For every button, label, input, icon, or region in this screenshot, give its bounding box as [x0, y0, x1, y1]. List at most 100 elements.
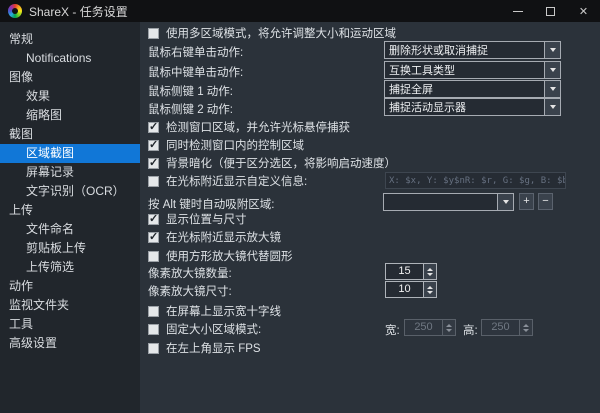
detect-windows-row: 检测窗口区域，并允许光标悬停捕获 [148, 119, 350, 135]
show-fps-label: 在左上角显示 FPS [166, 340, 261, 356]
maximize-button[interactable] [534, 0, 567, 22]
sidebar-item-image[interactable]: 图像 [0, 68, 140, 87]
maximize-icon [546, 7, 555, 16]
background-dim-checkbox[interactable] [148, 158, 159, 169]
chevron-down-icon[interactable] [544, 62, 560, 78]
sidebar-item-advanced[interactable]: 高级设置 [0, 334, 140, 353]
fixed-width-value: 250 [405, 320, 442, 335]
custom-info-label: 在光标附近显示自定义信息: [166, 173, 307, 189]
multi-region-checkbox[interactable] [148, 28, 159, 39]
window-title: ShareX - 任务设置 [29, 3, 128, 20]
custom-info-checkbox[interactable] [148, 176, 159, 187]
mouse-middle-value: 互换工具类型 [385, 62, 544, 78]
background-dim-row: 背景暗化（便于区分选区，将影响启动速度） [148, 155, 396, 171]
snap-size-remove-button[interactable]: − [538, 193, 553, 210]
chevron-down-icon[interactable] [497, 194, 513, 210]
show-position-checkbox[interactable] [148, 214, 159, 225]
snap-sizes-select[interactable] [383, 193, 514, 211]
fixed-height-label: 高: [463, 322, 478, 338]
magnifier-size-label: 像素放大镜尺寸: [148, 283, 232, 299]
show-magnifier-checkbox[interactable] [148, 232, 159, 243]
close-button[interactable]: ✕ [567, 0, 600, 22]
mouse-x2-label: 鼠标侧键 2 动作: [148, 101, 233, 117]
fixed-width-label: 宽: [385, 322, 400, 338]
sidebar-item-ocr[interactable]: 文字识别（OCR） [0, 182, 140, 201]
crosshair-row: 在屏幕上显示宽十字线 [148, 303, 281, 319]
mouse-x2-value: 捕捉活动显示器 [385, 99, 544, 115]
magnifier-count-stepper[interactable]: 15 [385, 263, 437, 280]
sidebar-item-upload[interactable]: 上传 [0, 201, 140, 220]
mouse-middle-row: 鼠标中键单击动作: [148, 64, 243, 80]
sidebar-item-screen-recorder[interactable]: 屏幕记录 [0, 163, 140, 182]
magnifier-size-stepper[interactable]: 10 [385, 281, 437, 298]
region-capture-settings-panel: 使用多区域模式，将允许调整大小和运动区域 鼠标右键单击动作: 删除形状或取消捕捉… [140, 22, 600, 413]
mouse-right-select[interactable]: 删除形状或取消捕捉 [384, 41, 561, 59]
show-magnifier-label: 在光标附近显示放大镜 [166, 229, 281, 245]
mouse-middle-select[interactable]: 互换工具类型 [384, 61, 561, 79]
detect-windows-checkbox[interactable] [148, 122, 159, 133]
chevron-down-icon[interactable] [544, 99, 560, 115]
window-controls: ✕ [501, 0, 600, 22]
fixed-height-value: 250 [482, 320, 519, 335]
mouse-x1-label: 鼠标侧键 1 动作: [148, 83, 233, 99]
titlebar: ShareX - 任务设置 ✕ [0, 0, 600, 22]
magnifier-count-value: 15 [386, 264, 423, 279]
detect-controls-checkbox[interactable] [148, 140, 159, 151]
sidebar-item-notifications[interactable]: Notifications [0, 49, 140, 68]
mouse-x1-row: 鼠标侧键 1 动作: [148, 83, 233, 99]
minimize-button[interactable] [501, 0, 534, 22]
detect-controls-label: 同时检测窗口内的控制区域 [166, 137, 304, 153]
magnifier-size-row: 像素放大镜尺寸: [148, 283, 232, 299]
sidebar-item-watch-folders[interactable]: 监视文件夹 [0, 296, 140, 315]
sidebar-item-clipboard-upload[interactable]: 剪贴板上传 [0, 239, 140, 258]
magnifier-size-value: 10 [386, 282, 423, 297]
chevron-down-icon[interactable] [544, 81, 560, 97]
magnifier-count-row: 像素放大镜数量: [148, 265, 232, 281]
mouse-x2-select[interactable]: 捕捉活动显示器 [384, 98, 561, 116]
sidebar-item-region-capture[interactable]: 区域截图 [0, 144, 140, 163]
fixed-size-row: 固定大小区域模式: [148, 321, 261, 337]
custom-info-row: 在光标附近显示自定义信息: [148, 173, 307, 189]
settings-sidebar: 常规 Notifications 图像 效果 缩略图 截图 区域截图 屏幕记录 … [0, 22, 140, 413]
multi-region-row: 使用多区域模式，将允许调整大小和运动区域 [148, 25, 396, 41]
mouse-x2-row: 鼠标侧键 2 动作: [148, 101, 233, 117]
square-magnifier-row: 使用方形放大镜代替圆形 [148, 248, 293, 264]
sidebar-item-effects[interactable]: 效果 [0, 87, 140, 106]
mouse-right-label: 鼠标右键单击动作: [148, 44, 243, 60]
sidebar-item-upload-filters[interactable]: 上传筛选 [0, 258, 140, 277]
sidebar-item-capture[interactable]: 截图 [0, 125, 140, 144]
multi-region-label: 使用多区域模式，将允许调整大小和运动区域 [166, 25, 396, 41]
spinner-icons [442, 320, 455, 335]
snap-sizes-row: 按 Alt 键时自动吸附区域: [148, 196, 275, 212]
mouse-right-value: 删除形状或取消捕捉 [385, 42, 544, 58]
fixed-width-stepper: 250 [404, 319, 456, 336]
sidebar-item-file-naming[interactable]: 文件命名 [0, 220, 140, 239]
spinner-icons[interactable] [423, 264, 436, 279]
square-magnifier-checkbox[interactable] [148, 251, 159, 262]
fixed-size-checkbox[interactable] [148, 324, 159, 335]
show-fps-row: 在左上角显示 FPS [148, 340, 261, 356]
chevron-down-icon[interactable] [544, 42, 560, 58]
magnifier-count-label: 像素放大镜数量: [148, 265, 232, 281]
custom-info-input[interactable]: X: $x, Y: $y$nR: $r, G: $g, B: $b$nHex: … [385, 172, 566, 189]
sidebar-item-thumbnail[interactable]: 缩略图 [0, 106, 140, 125]
mouse-x1-value: 捕捉全屏 [385, 81, 544, 97]
spinner-icons[interactable] [423, 282, 436, 297]
minimize-icon [513, 11, 523, 12]
show-position-row: 显示位置与尺寸 [148, 211, 247, 227]
mouse-x1-select[interactable]: 捕捉全屏 [384, 80, 561, 98]
crosshair-label: 在屏幕上显示宽十字线 [166, 303, 281, 319]
snap-size-add-button[interactable]: + [519, 193, 534, 210]
crosshair-checkbox[interactable] [148, 306, 159, 317]
show-fps-checkbox[interactable] [148, 343, 159, 354]
sidebar-item-general[interactable]: 常规 [0, 30, 140, 49]
mouse-middle-label: 鼠标中键单击动作: [148, 64, 243, 80]
sidebar-item-tools[interactable]: 工具 [0, 315, 140, 334]
show-position-label: 显示位置与尺寸 [166, 211, 247, 227]
detect-controls-row: 同时检测窗口内的控制区域 [148, 137, 304, 153]
show-magnifier-row: 在光标附近显示放大镜 [148, 229, 281, 245]
close-icon: ✕ [579, 5, 588, 18]
square-magnifier-label: 使用方形放大镜代替圆形 [166, 248, 293, 264]
sidebar-item-actions[interactable]: 动作 [0, 277, 140, 296]
background-dim-label: 背景暗化（便于区分选区，将影响启动速度） [166, 155, 396, 171]
